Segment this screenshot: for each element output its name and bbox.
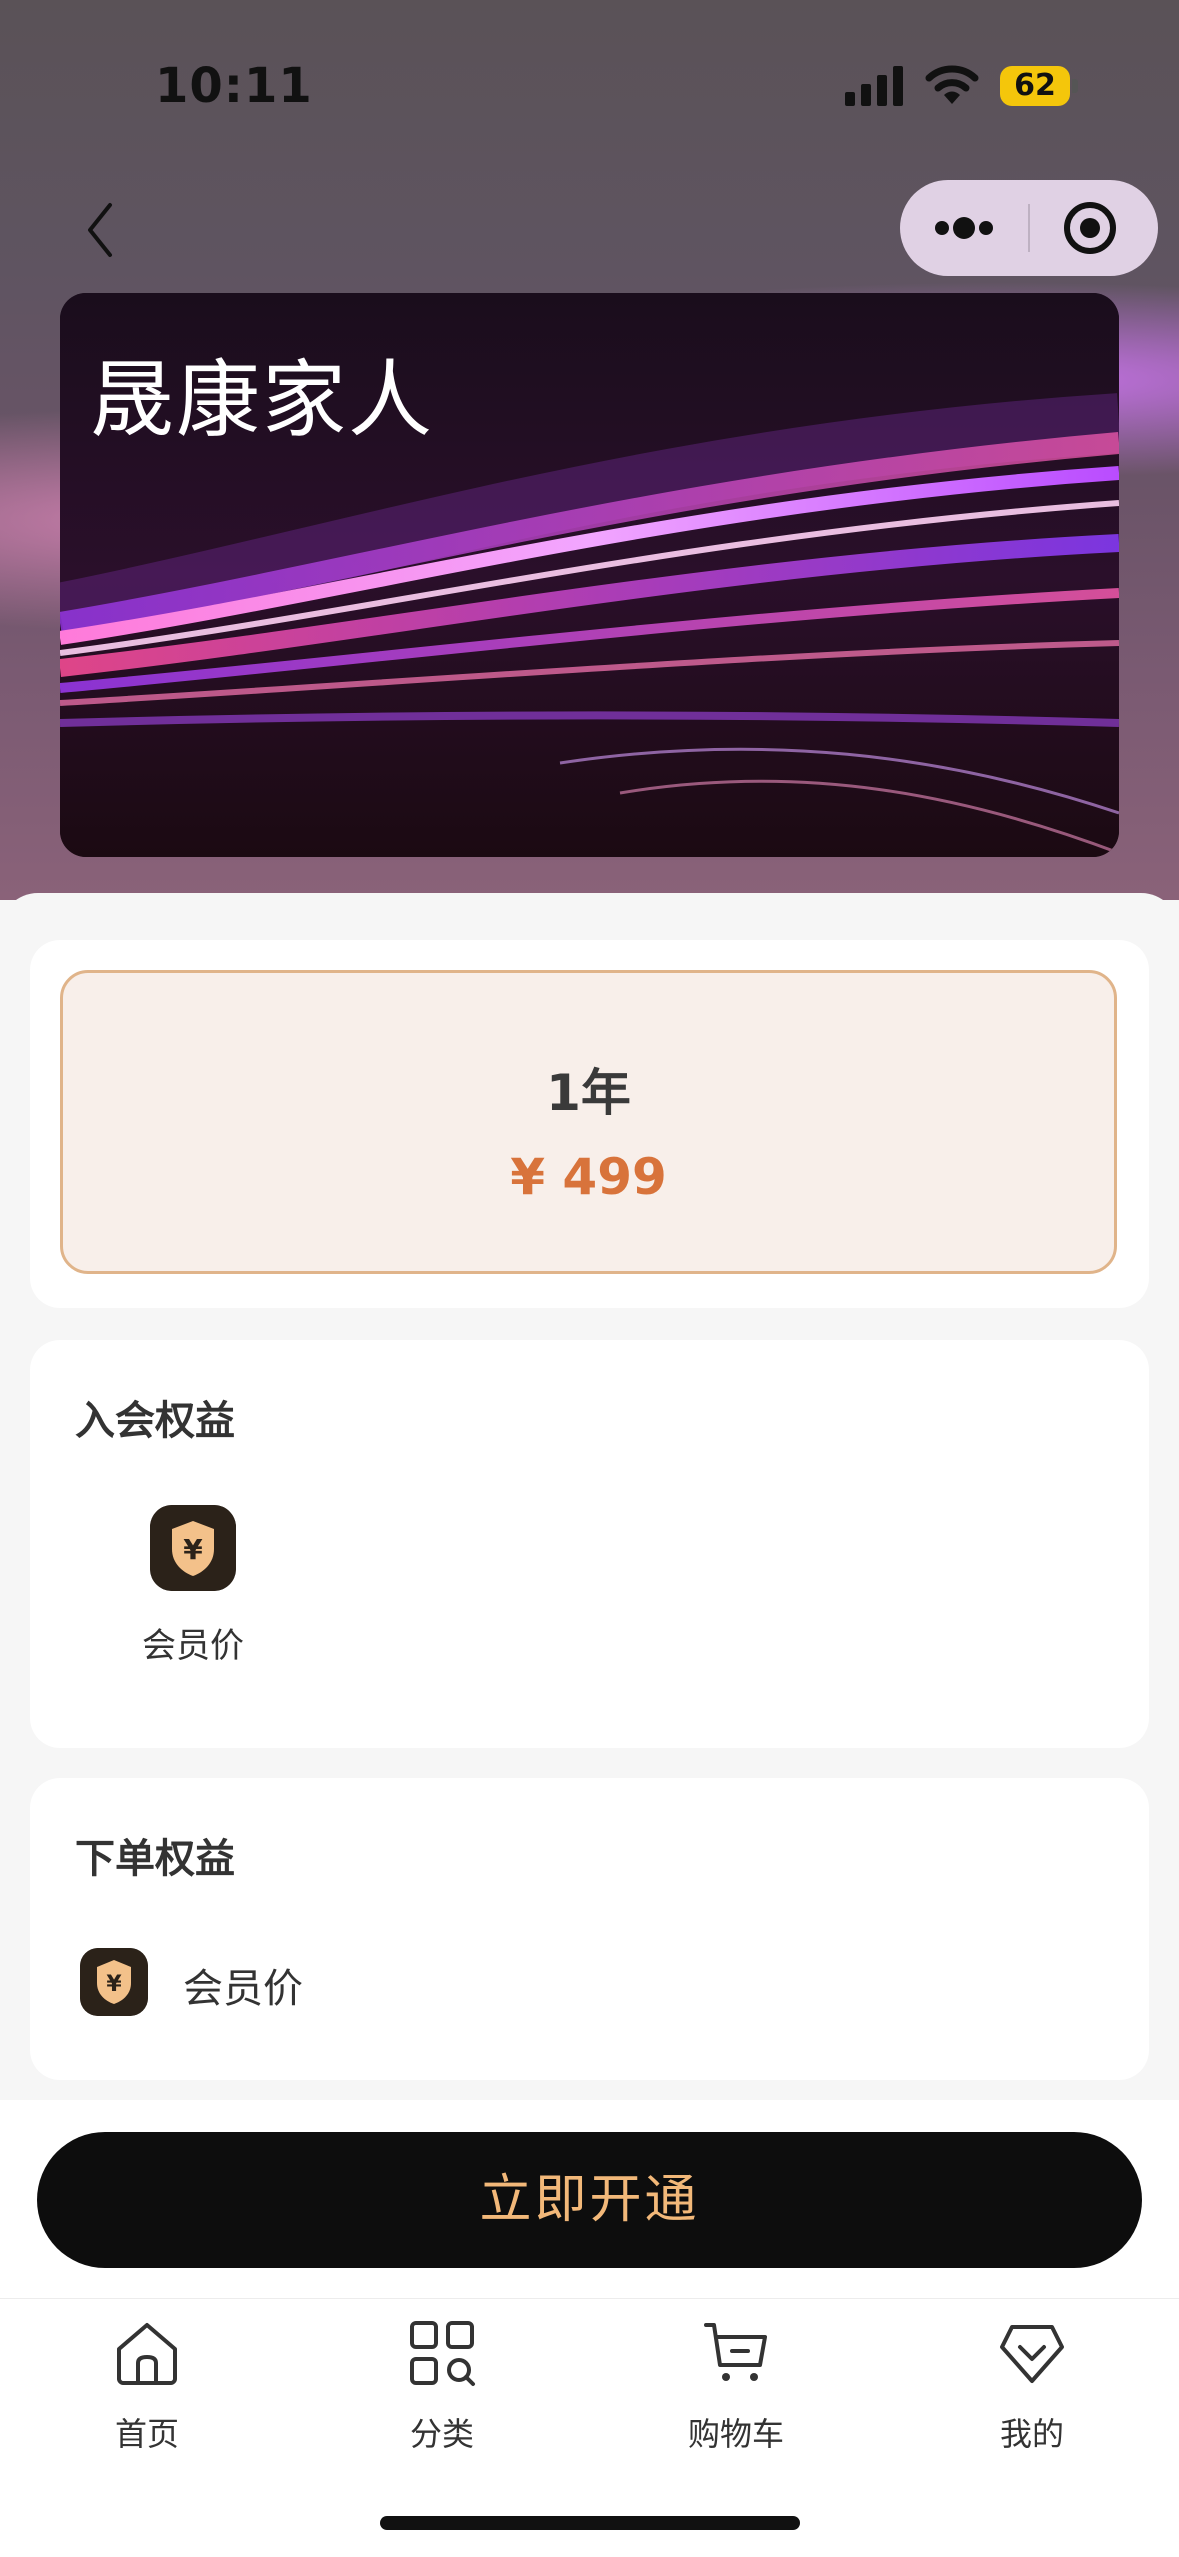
battery-icon: 62 xyxy=(1000,66,1078,106)
tab-home-label: 首页 xyxy=(114,2415,179,2453)
plan-price: ¥ 499 xyxy=(510,1148,667,1206)
battery-level: 62 xyxy=(1014,68,1056,103)
more-options-icon[interactable] xyxy=(900,180,1028,276)
tab-home[interactable]: 首页 xyxy=(47,2319,247,2469)
status-time: 10:11 xyxy=(155,58,313,114)
cellular-signal-icon xyxy=(845,66,903,106)
status-bar: 10:11 62 xyxy=(0,0,1179,160)
home-icon xyxy=(117,2323,177,2385)
join-benefits-title: 入会权益 xyxy=(75,1398,235,1444)
plan-panel: 1年 ¥ 499 xyxy=(30,940,1149,1308)
card-title: 晟康家人 xyxy=(90,351,435,449)
category-icon xyxy=(410,2321,475,2386)
activate-now-label: 立即开通 xyxy=(479,2171,700,2229)
tab-category-label: 分类 xyxy=(409,2415,474,2453)
membership-card: 晟康家人 xyxy=(60,293,1119,857)
order-benefit-label: 会员价 xyxy=(183,1966,303,2012)
tab-profile-label: 我的 xyxy=(999,2415,1064,2453)
back-chevron-icon[interactable] xyxy=(70,195,130,265)
svg-text:¥: ¥ xyxy=(183,1533,203,1566)
join-benefits-panel: 入会权益 ¥ 会员价 xyxy=(30,1340,1149,1748)
wifi-icon xyxy=(925,65,979,104)
order-benefits-panel: 下单权益 ¥ 会员价 xyxy=(30,1778,1149,2080)
tab-cart-label: 购物车 xyxy=(687,2415,784,2453)
yuan-shield-icon: ¥ xyxy=(80,1948,148,2016)
order-benefits-title: 下单权益 xyxy=(75,1836,235,1882)
plan-duration: 1年 xyxy=(546,1064,631,1122)
activate-now-button[interactable]: 立即开通 xyxy=(37,2132,1142,2268)
close-target-icon[interactable] xyxy=(1030,180,1158,276)
join-benefit-label: 会员价 xyxy=(142,1626,244,1666)
home-indicator xyxy=(380,2516,800,2530)
cta-bar: 立即开通 xyxy=(0,2100,1179,2298)
plan-option-1-year[interactable]: 1年 ¥ 499 xyxy=(60,970,1117,1274)
tab-category[interactable]: 分类 xyxy=(342,2319,542,2469)
cart-icon xyxy=(704,2323,767,2381)
svg-text:¥: ¥ xyxy=(106,1972,122,1997)
tab-cart[interactable]: 购物车 xyxy=(636,2319,836,2469)
profile-icon xyxy=(1000,2325,1064,2383)
yuan-shield-icon: ¥ xyxy=(150,1505,236,1591)
miniprogram-capsule xyxy=(900,180,1158,276)
tab-profile[interactable]: 我的 xyxy=(932,2319,1132,2469)
